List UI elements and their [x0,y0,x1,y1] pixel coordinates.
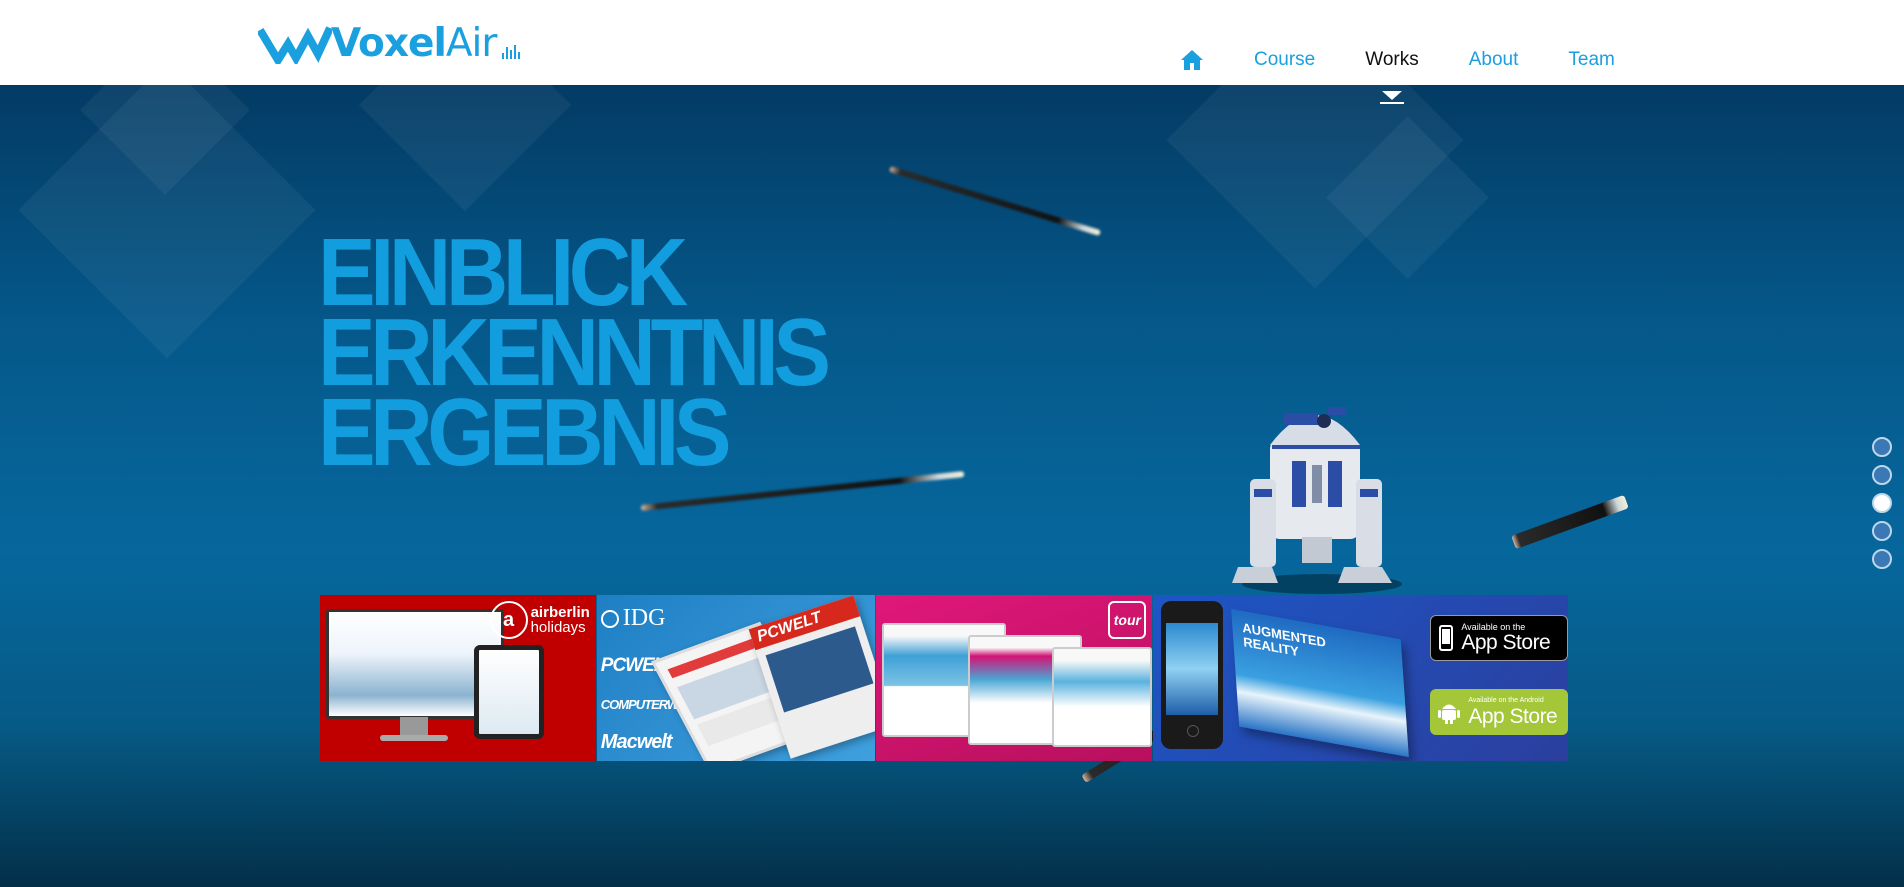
holidays-logo-text: holidays [530,619,586,636]
decorative-pencil [888,165,1102,237]
app-store-badge-big-text: App Store [1461,631,1551,654]
hero-headline: EINBLICK ERKENNTNIS ERGEBNIS [318,225,831,481]
main-nav: Course Works About Team [1180,42,1640,104]
hero-section: EINBLICK ERKENNTNIS ERGEBNIS a airberlin… [0,85,1904,887]
phone-mockup [1161,601,1224,749]
nav-about[interactable]: About [1469,49,1519,71]
iphone-icon [1439,625,1454,651]
tour-tile[interactable]: tour [875,595,1153,761]
logo-wordmark: VoxelAir [331,21,497,66]
airberlin-logo-text: airberlin [530,604,590,621]
browser-mockup-front [1051,647,1152,747]
nav-course[interactable]: Course [1254,49,1315,71]
tour-logo-badge: tour [1108,601,1147,639]
idg-globe-icon [600,609,619,628]
android-icon [1438,704,1461,724]
tablet-mockup [474,645,544,739]
airberlin-logo-icon: a [489,601,528,639]
desktop-base [380,735,448,741]
android-badge-big-text: App Store [1468,705,1558,728]
pagination-dot-2[interactable] [1872,465,1892,485]
section-pagination [1872,437,1892,569]
r2d2-robot-image [1232,407,1402,594]
voxelair-logo-icon [258,26,332,64]
idg-logo-text: IDG [622,605,666,631]
macwelt-label: Macwelt [600,731,673,753]
logo[interactable]: VoxelAir [258,21,521,66]
nav-works-label: Works [1365,49,1419,70]
pagination-dot-3[interactable] [1872,493,1892,513]
airberlin-tile[interactable]: a airberlin holidays [320,595,596,761]
android-app-store-badge[interactable]: Available on the Android App Store [1430,689,1569,735]
desktop-stand [400,717,428,737]
airberlin-logo: a airberlin holidays [489,601,590,639]
sound-bars-icon [502,45,521,59]
decorative-pencil [1511,494,1629,550]
home-icon[interactable] [1180,49,1204,71]
bg-diamond [358,85,572,212]
works-gallery: a airberlin holidays IDG PCWELT COMPUTER… [320,595,1569,761]
book-mockup: AUGMENTED REALITY [1231,608,1410,758]
app-store-badge[interactable]: Available on the App Store [1430,615,1569,661]
idg-logo: IDG [600,605,666,632]
active-nav-marker-icon [1379,91,1404,104]
site-header: VoxelAir Course Works About Team [0,0,1904,104]
nav-team[interactable]: Team [1568,49,1614,71]
augmented-reality-tile[interactable]: AUGMENTED REALITY Available on the App S… [1153,595,1569,761]
pagination-dot-1[interactable] [1872,437,1892,457]
idg-tile[interactable]: IDG PCWELT COMPUTERWOCHE Macwelt PCWELT [596,595,875,761]
pagination-dot-4[interactable] [1872,521,1892,541]
nav-works[interactable]: Works [1365,49,1419,104]
pagination-dot-5[interactable] [1872,549,1892,569]
tour-logo-text: tour [1113,612,1141,628]
book-title: AUGMENTED REALITY [1242,619,1327,660]
